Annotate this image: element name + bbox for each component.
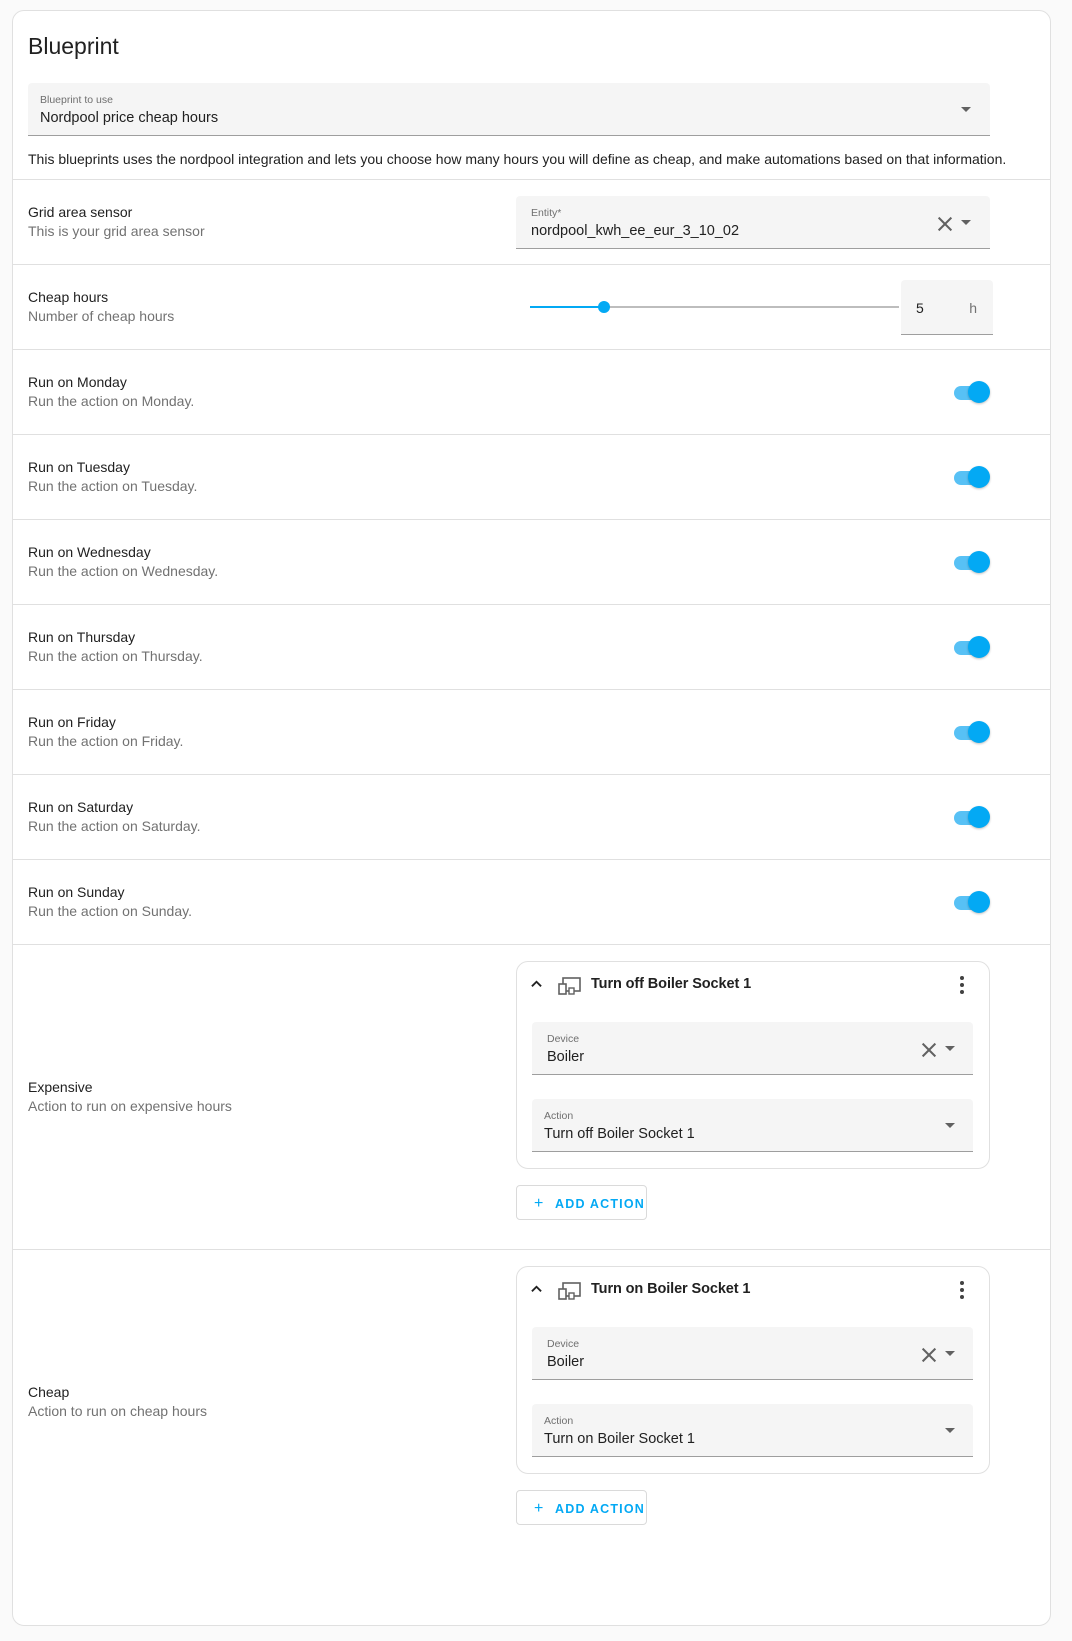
slider-knob[interactable] (598, 301, 610, 313)
action-card-expensive: Turn off Boiler Socket 1 Device Boiler A… (516, 961, 990, 1169)
more-vert-icon[interactable] (959, 1280, 965, 1300)
cheap-hours-input[interactable]: 5 h (901, 280, 993, 335)
device-icon (558, 977, 581, 995)
input-row-friday: Run on Friday Run the action on Friday. (13, 689, 1050, 774)
add-action-button[interactable]: + ADD ACTION (516, 1185, 647, 1220)
input-row-sunday: Run on Sunday Run the action on Sunday. (13, 859, 1050, 944)
input-row-expensive: Expensive Action to run on expensive hou… (13, 944, 1050, 1249)
chevron-up-icon[interactable] (531, 1284, 542, 1295)
action-label: Action (544, 1110, 574, 1122)
entity-select-value: nordpool_kwh_ee_eur_3_10_02 (531, 223, 740, 239)
row-subtitle: Action to run on expensive hours (28, 1098, 232, 1114)
more-vert-icon[interactable] (959, 975, 965, 995)
cheap-hours-unit: h (969, 300, 977, 316)
blueprint-select-label: Blueprint to use (40, 94, 113, 106)
input-row-monday: Run on Monday Run the action on Monday. (13, 349, 1050, 434)
input-row-tuesday: Run on Tuesday Run the action on Tuesday… (13, 434, 1050, 519)
chevron-down-icon[interactable] (945, 1046, 955, 1051)
row-title: Run on Sunday (28, 884, 125, 900)
cheap-hours-slider[interactable] (530, 297, 899, 317)
row-title: Cheap (28, 1384, 70, 1400)
card-title: Blueprint (28, 33, 119, 59)
chevron-down-icon[interactable] (961, 220, 971, 225)
entity-select-label: Entity* (531, 207, 562, 219)
toggle-tuesday[interactable] (954, 466, 990, 490)
device-label: Device (547, 1033, 580, 1045)
blueprint-select-value: Nordpool price cheap hours (40, 110, 219, 126)
input-row-cheap: Cheap Action to run on cheap hours Turn … (13, 1249, 1050, 1554)
entity-select[interactable]: Entity* nordpool_kwh_ee_eur_3_10_02 (516, 196, 990, 249)
clear-icon[interactable] (921, 1042, 937, 1058)
clear-icon[interactable] (937, 216, 953, 232)
row-title: Run on Friday (28, 714, 116, 730)
chevron-down-icon[interactable] (945, 1428, 955, 1433)
device-icon (558, 1282, 581, 1300)
row-title: Expensive (28, 1079, 93, 1095)
clear-icon[interactable] (921, 1347, 937, 1363)
blueprint-select[interactable]: Blueprint to use Nordpool price cheap ho… (28, 83, 990, 136)
action-value: Turn on Boiler Socket 1 (544, 1431, 695, 1447)
slider-fill (530, 306, 604, 308)
device-value: Boiler (547, 1049, 585, 1065)
action-value: Turn off Boiler Socket 1 (544, 1126, 695, 1142)
input-row-grid-area: Grid area sensor This is your grid area … (13, 179, 1050, 264)
row-subtitle: This is your grid area sensor (28, 223, 205, 239)
action-select[interactable]: Action Turn off Boiler Socket 1 (532, 1099, 973, 1152)
input-row-thursday: Run on Thursday Run the action on Thursd… (13, 604, 1050, 689)
action-title: Turn on Boiler Socket 1 (591, 1281, 751, 1297)
chevron-down-icon[interactable] (945, 1351, 955, 1356)
device-label: Device (547, 1338, 580, 1350)
action-card-cheap: Turn on Boiler Socket 1 Device Boiler Ac… (516, 1266, 990, 1474)
device-select[interactable]: Device Boiler (532, 1022, 973, 1075)
row-subtitle: Run the action on Saturday. (28, 818, 201, 834)
cheap-hours-value: 5 (916, 300, 924, 316)
chevron-up-icon[interactable] (531, 979, 542, 990)
row-title: Run on Wednesday (28, 544, 151, 560)
row-subtitle: Number of cheap hours (28, 308, 175, 324)
toggle-friday[interactable] (954, 721, 990, 745)
toggle-wednesday[interactable] (954, 551, 990, 575)
add-action-button[interactable]: + ADD ACTION (516, 1490, 647, 1525)
input-row-saturday: Run on Saturday Run the action on Saturd… (13, 774, 1050, 859)
row-subtitle: Run the action on Thursday. (28, 648, 203, 664)
add-action-label: ADD ACTION (555, 1197, 646, 1211)
action-title: Turn off Boiler Socket 1 (591, 976, 752, 992)
row-title: Run on Thursday (28, 629, 136, 645)
chevron-down-icon[interactable] (945, 1123, 955, 1128)
row-subtitle: Run the action on Monday. (28, 393, 195, 409)
action-select[interactable]: Action Turn on Boiler Socket 1 (532, 1404, 973, 1457)
toggle-saturday[interactable] (954, 806, 990, 830)
device-value: Boiler (547, 1354, 585, 1370)
device-select[interactable]: Device Boiler (532, 1327, 973, 1380)
row-subtitle: Run the action on Friday. (28, 733, 184, 749)
plus-icon: + (534, 1500, 544, 1517)
row-title: Run on Saturday (28, 799, 134, 815)
chevron-down-icon (961, 107, 971, 112)
row-subtitle: Run the action on Wednesday. (28, 563, 219, 579)
row-title: Run on Tuesday (28, 459, 130, 475)
toggle-monday[interactable] (954, 381, 990, 405)
input-row-cheap-hours: Cheap hours Number of cheap hours 5 h (13, 264, 1050, 349)
toggle-thursday[interactable] (954, 636, 990, 660)
add-action-label: ADD ACTION (555, 1502, 646, 1516)
row-subtitle: Action to run on cheap hours (28, 1403, 208, 1419)
blueprint-card: Blueprint Blueprint to use Nordpool pric… (12, 10, 1051, 1626)
action-label: Action (544, 1415, 574, 1427)
input-row-wednesday: Run on Wednesday Run the action on Wedne… (13, 519, 1050, 604)
row-subtitle: Run the action on Tuesday. (28, 478, 198, 494)
toggle-sunday[interactable] (954, 891, 990, 915)
row-title: Run on Monday (28, 374, 127, 390)
row-title: Grid area sensor (28, 204, 133, 220)
row-subtitle: Run the action on Sunday. (28, 903, 192, 919)
blueprint-description: This blueprints uses the nordpool integr… (28, 151, 1007, 167)
row-title: Cheap hours (28, 289, 109, 305)
plus-icon: + (534, 1195, 544, 1212)
